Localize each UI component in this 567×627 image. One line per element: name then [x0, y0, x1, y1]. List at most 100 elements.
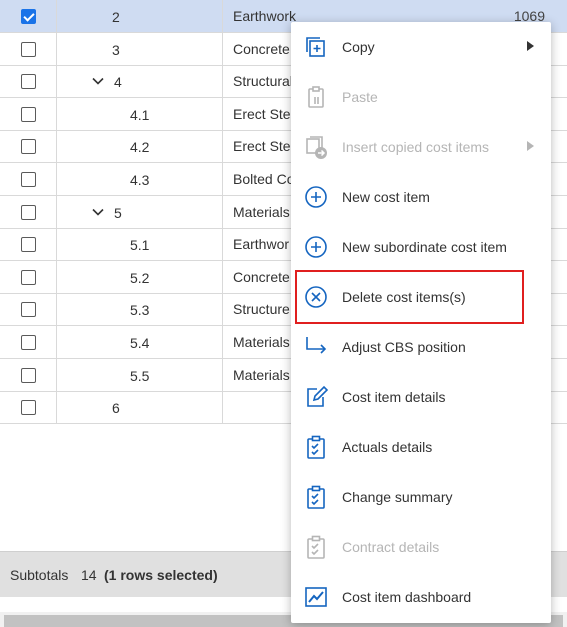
menu-item-label: Insert copied cost items — [342, 139, 490, 155]
cost-item-name: Erect Ste — [233, 138, 291, 154]
cbs-number-cell: 5.1 — [57, 228, 223, 260]
submenu-arrow-icon — [527, 141, 534, 151]
chevron-down-icon[interactable] — [91, 74, 105, 88]
row-checkbox[interactable] — [21, 400, 36, 415]
cbs-number-cell: 6 — [57, 391, 223, 423]
cbs-number-cell: 3 — [57, 33, 223, 65]
submenu-arrow-icon — [527, 41, 534, 51]
row-checkbox[interactable] — [21, 9, 36, 24]
clipboard-check-icon — [307, 435, 325, 459]
menu-item-label: Copy — [342, 39, 375, 55]
menu-item-label: Contract details — [342, 539, 440, 555]
row-checkbox[interactable] — [21, 335, 36, 350]
row-checkbox[interactable] — [21, 172, 36, 187]
row-select-cell — [0, 261, 57, 293]
row-select-cell — [0, 33, 57, 65]
row-checkbox[interactable] — [21, 42, 36, 57]
copy-icon — [306, 37, 325, 57]
menu-item-new-subordinate-cost-item[interactable]: New subordinate cost item — [291, 222, 551, 272]
menu-item-paste: Paste — [291, 72, 551, 122]
menu-item-label: Cost item dashboard — [342, 589, 472, 605]
subtotals-count: 14 — [81, 567, 97, 583]
menu-item-label: Actuals details — [342, 439, 433, 455]
menu-item-adjust-cbs-position[interactable]: Adjust CBS position — [291, 322, 551, 372]
menu-item-cost-item-dashboard[interactable]: Cost item dashboard — [291, 572, 551, 622]
row-checkbox[interactable] — [21, 302, 36, 317]
cost-item-name: Structural — [233, 73, 293, 89]
menu-item-actuals-details[interactable]: Actuals details — [291, 422, 551, 472]
cbs-number: 4 — [114, 74, 122, 90]
menu-item-change-summary[interactable]: Change summary — [291, 472, 551, 522]
cost-item-name: Earthwor — [233, 236, 290, 252]
edit-icon — [307, 385, 329, 407]
row-select-cell — [0, 391, 57, 423]
row-checkbox[interactable] — [21, 237, 36, 252]
row-checkbox[interactable] — [21, 270, 36, 285]
cost-item-name: Materials — [233, 204, 290, 220]
row-select-cell — [0, 98, 57, 130]
subtotals-label: Subtotals — [10, 567, 69, 583]
cbs-number: 4.2 — [130, 139, 150, 155]
row-select-cell — [0, 359, 57, 391]
chevron-down-icon[interactable] — [91, 205, 105, 219]
cbs-number: 4.3 — [130, 172, 150, 188]
cost-item-name: Structure — [233, 301, 290, 317]
cbs-number: 5 — [114, 205, 122, 221]
menu-item-new-cost-item[interactable]: New cost item — [291, 172, 551, 222]
menu-item-label: Adjust CBS position — [342, 339, 466, 355]
menu-item-copy[interactable]: Copy — [291, 22, 551, 72]
row-checkbox[interactable] — [21, 107, 36, 122]
cbs-number-cell: 5 — [57, 196, 223, 228]
cbs-number: 4.1 — [130, 107, 150, 123]
cbs-number-cell: 4.2 — [57, 130, 223, 162]
row-select-cell — [0, 326, 57, 358]
menu-item-label: Cost item details — [342, 389, 446, 405]
cost-item-name: Earthwork — [233, 8, 297, 24]
clipboard-check-icon — [307, 485, 325, 509]
plus-circle-icon — [305, 186, 327, 208]
menu-item-cost-item-details[interactable]: Cost item details — [291, 372, 551, 422]
cbs-number: 5.3 — [130, 302, 150, 318]
row-select-cell — [0, 130, 57, 162]
cbs-number: 5.4 — [130, 335, 150, 351]
cbs-number-cell: 2 — [57, 0, 223, 32]
row-select-cell — [0, 163, 57, 195]
row-select-cell — [0, 228, 57, 260]
menu-item-contract-details: Contract details — [291, 522, 551, 572]
arrow-turn-right-icon — [306, 337, 327, 354]
cbs-number: 5.2 — [130, 270, 150, 286]
cost-item-name: Materials — [233, 334, 290, 350]
plus-circle-icon — [305, 236, 327, 258]
cbs-number-cell: 5.2 — [57, 261, 223, 293]
cbs-number: 2 — [112, 9, 120, 25]
clipboard-check-icon — [307, 535, 325, 559]
menu-item-label: Paste — [342, 89, 378, 105]
cost-item-name: Concrete — [233, 269, 290, 285]
cost-item-name: Concrete — [233, 41, 290, 57]
cbs-number-cell: 5.4 — [57, 326, 223, 358]
cbs-number: 6 — [112, 400, 120, 416]
insert-copied-icon — [306, 136, 327, 159]
menu-item-label: Change summary — [342, 489, 453, 505]
menu-item-label: New cost item — [342, 189, 430, 205]
row-checkbox[interactable] — [21, 368, 36, 383]
menu-item-label: New subordinate cost item — [342, 239, 507, 255]
cost-item-name: Bolted Co — [233, 171, 295, 187]
cbs-number-cell: 4 — [57, 65, 223, 97]
selection-summary: (1 rows selected) — [104, 567, 218, 583]
row-checkbox[interactable] — [21, 139, 36, 154]
cbs-number-cell: 5.3 — [57, 293, 223, 325]
cbs-number-cell: 4.3 — [57, 163, 223, 195]
row-checkbox[interactable] — [21, 205, 36, 220]
cbs-number: 5.5 — [130, 368, 150, 384]
cbs-number: 3 — [112, 42, 120, 58]
cbs-number-cell: 5.5 — [57, 359, 223, 391]
row-select-cell — [0, 196, 57, 228]
line-chart-icon — [305, 587, 327, 607]
row-checkbox[interactable] — [21, 74, 36, 89]
cbs-number: 5.1 — [130, 237, 150, 253]
cost-item-name: Materials — [233, 367, 290, 383]
row-select-cell — [0, 65, 57, 97]
row-select-cell — [0, 0, 57, 32]
cost-item-name: Erect Ste — [233, 106, 291, 122]
